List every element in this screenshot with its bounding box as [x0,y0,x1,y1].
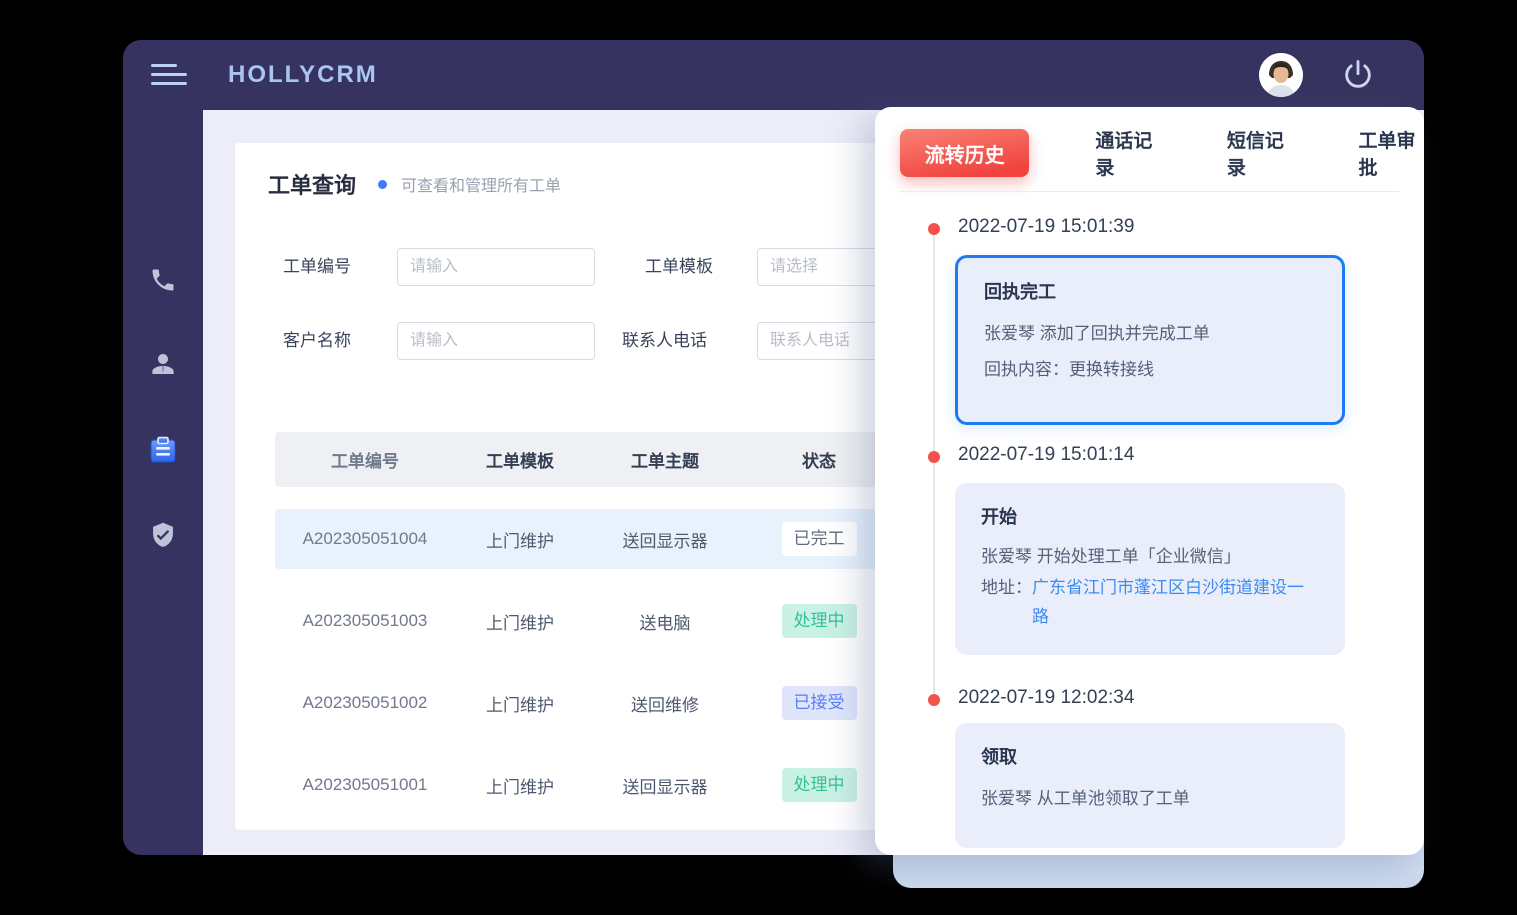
timeline-line [933,230,935,700]
timeline-card-claim[interactable]: 领取 张爱琴 从工单池领取了工单 [955,723,1345,848]
table-row[interactable]: A202305051004 上门维护 送回显示器 已完工 [275,509,893,569]
screen: HOLLYCRM [0,0,1517,915]
timeline-card-receipt-complete[interactable]: 回执完工 张爱琴 添加了回执并完成工单 回执内容：更换转接线 [955,255,1345,425]
customer-name-input[interactable] [397,322,595,360]
filter-label-order-id: 工单编号 [283,248,351,286]
tab-order-approval[interactable]: 工单审批 [1358,126,1424,180]
tab-call-records[interactable]: 通话记录 [1095,126,1161,180]
timeline-card-address-row: 地址： 广东省江门市蓬江区白沙街道建设一路 [981,573,1319,631]
cell-template: 上门维护 [455,691,585,716]
timeline-card-title: 领取 [981,743,1319,769]
address-label: 地址： [981,573,1032,631]
address-link[interactable]: 广东省江门市蓬江区白沙街道建设一路 [1032,573,1319,631]
table-row[interactable]: A202305051001 上门维护 送回显示器 处理中 [275,755,893,815]
timeline-card-title: 开始 [981,503,1319,529]
cell-order-id: A202305051003 [275,611,455,631]
col-header-template: 工单模板 [455,447,585,472]
cell-subject: 送电脑 [585,609,745,634]
subtitle-dot-icon [378,180,387,189]
timeline-dot [928,694,940,706]
table-header-row: 工单编号 工单模板 工单主题 状态 [275,432,893,487]
cell-order-id: A202305051002 [275,693,455,713]
page-subtitle: 可查看和管理所有工单 [401,172,561,196]
cell-subject: 送回维修 [585,691,745,716]
col-header-status: 状态 [745,447,893,472]
cell-subject: 送回显示器 [585,527,745,552]
timeline-dot [928,451,940,463]
sidebar-item-security[interactable] [123,513,203,557]
history-panel: 流转历史 通话记录 短信记录 工单审批 2022-07-19 15:01:39 … [875,107,1424,855]
person-icon [148,349,178,379]
timeline-card-line: 张爱琴 从工单池领取了工单 [981,781,1319,817]
panel-tabs: 流转历史 通话记录 短信记录 工单审批 [900,129,1424,177]
left-sidebar [123,110,203,855]
order-id-input[interactable] [397,248,595,286]
col-header-order-id: 工单编号 [275,447,455,472]
filter-label-customer: 客户名称 [283,322,351,360]
sidebar-item-work-orders[interactable] [123,428,203,472]
cell-order-id: A202305051004 [275,529,455,549]
hamburger-menu-icon[interactable] [151,64,197,88]
table-row[interactable]: A202305051002 上门维护 送回维修 已接受 [275,673,893,733]
cell-template: 上门维护 [455,773,585,798]
user-avatar[interactable] [1259,53,1303,97]
sidebar-item-contacts[interactable] [123,342,203,386]
timeline-timestamp: 2022-07-19 15:01:14 [958,444,1134,466]
cell-subject: 送回显示器 [585,773,745,798]
shield-check-icon [149,521,177,549]
cell-order-id: A202305051001 [275,775,455,795]
col-header-subject: 工单主题 [585,447,745,472]
status-badge: 已完工 [782,522,857,556]
page-header: 工单查询 可查看和管理所有工单 [268,168,561,200]
status-badge: 处理中 [782,768,857,802]
timeline-dot [928,223,940,235]
timeline-card-title: 回执完工 [984,278,1316,304]
avatar-image [1259,53,1303,97]
filter-label-template: 工单模板 [645,248,713,286]
timeline-timestamp: 2022-07-19 15:01:39 [958,216,1134,238]
page-title: 工单查询 [268,168,356,200]
clipboard-icon [148,435,178,465]
timeline-card-line: 回执内容：更换转接线 [984,352,1316,388]
tab-sms-records[interactable]: 短信记录 [1227,126,1293,180]
timeline-card-line: 张爱琴 开始处理工单「企业微信」 [981,541,1319,573]
sidebar-item-calls[interactable] [123,258,203,302]
cell-template: 上门维护 [455,527,585,552]
status-badge: 已接受 [782,686,857,720]
cell-template: 上门维护 [455,609,585,634]
status-badge: 处理中 [782,604,857,638]
app-logo: HOLLYCRM [228,61,378,89]
power-icon[interactable] [1341,58,1375,92]
timeline-timestamp: 2022-07-19 12:02:34 [958,687,1134,709]
tab-flow-history[interactable]: 流转历史 [900,129,1029,177]
filter-label-contact-phone: 联系人电话 [622,322,707,360]
tabs-divider [900,191,1399,192]
top-bar: HOLLYCRM [123,40,1424,110]
table-row[interactable]: A202305051003 上门维护 送电脑 处理中 [275,591,893,651]
work-order-table: 工单编号 工单模板 工单主题 状态 A202305051004 上门维护 送回显… [275,432,893,815]
timeline-card-start[interactable]: 开始 张爱琴 开始处理工单「企业微信」 地址： 广东省江门市蓬江区白沙街道建设一… [955,483,1345,655]
phone-icon [149,266,177,294]
timeline-card-line: 张爱琴 添加了回执并完成工单 [984,316,1316,352]
